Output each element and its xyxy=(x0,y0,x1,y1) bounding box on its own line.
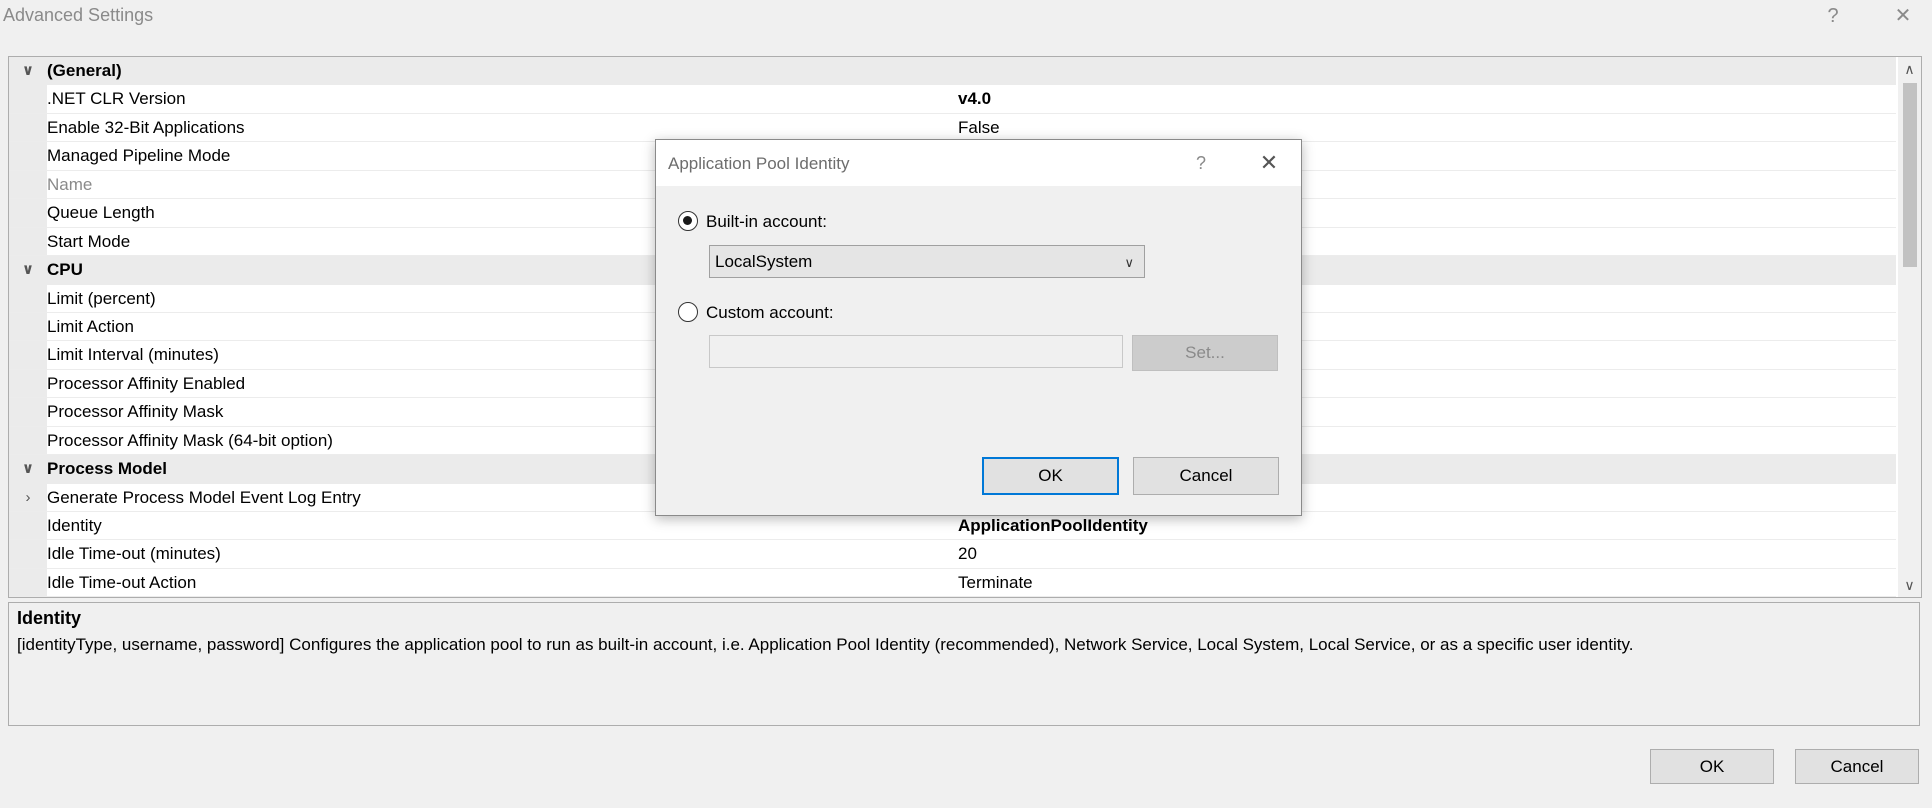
custom-account-radio[interactable] xyxy=(678,302,698,322)
row-gutter xyxy=(9,142,47,170)
dialog-help-icon[interactable]: ? xyxy=(1186,150,1216,176)
property-name: Managed Pipeline Mode xyxy=(47,146,231,166)
row-gutter xyxy=(9,398,47,426)
row-gutter xyxy=(9,512,47,540)
property-row[interactable]: Idle Time-out Action Terminate xyxy=(9,568,1896,597)
description-title: Identity xyxy=(17,608,82,628)
builtin-account-label[interactable]: Built-in account: xyxy=(706,212,827,232)
scroll-thumb[interactable] xyxy=(1903,83,1917,267)
property-name: Identity xyxy=(47,516,102,535)
property-value[interactable]: v4.0 xyxy=(958,85,991,112)
cancel-button[interactable]: Cancel xyxy=(1795,749,1919,784)
app-pool-identity-dialog: Application Pool Identity ? ✕ Built-in a… xyxy=(655,139,1302,516)
close-icon[interactable]: ✕ xyxy=(1883,2,1923,30)
property-name: Processor Affinity Enabled xyxy=(47,373,246,393)
window-title: Advanced Settings xyxy=(3,5,154,25)
builtin-account-value: LocalSystem xyxy=(715,252,813,271)
property-name: Start Mode xyxy=(47,231,131,251)
property-value[interactable]: ApplicationPoolIdentity xyxy=(958,512,1148,539)
property-name: Idle Time-out (minutes) xyxy=(47,544,221,564)
row-gutter xyxy=(9,227,47,256)
dialog-close-icon[interactable]: ✕ xyxy=(1254,150,1284,176)
custom-account-label[interactable]: Custom account: xyxy=(706,303,834,323)
property-name: Queue Length xyxy=(47,203,155,223)
collapse-chevron-icon[interactable]: ∨ xyxy=(19,455,37,482)
scroll-up-icon[interactable]: ∧ xyxy=(1898,59,1921,79)
category-label: Process Model xyxy=(47,459,167,479)
row-gutter xyxy=(9,85,47,113)
row-gutter xyxy=(9,113,47,142)
category-label: (General) xyxy=(47,61,122,80)
builtin-account-dropdown[interactable]: LocalSystem ∨ xyxy=(709,245,1145,278)
property-row[interactable]: .NET CLR Version v4.0 xyxy=(9,85,1896,114)
chevron-down-icon: ∨ xyxy=(1124,255,1134,270)
category-label: CPU xyxy=(47,260,83,280)
property-name: Processor Affinity Mask (64-bit option) xyxy=(47,430,333,450)
row-gutter xyxy=(9,568,47,597)
property-name: Idle Time-out Action xyxy=(47,572,197,592)
property-name: Enable 32-Bit Applications xyxy=(47,117,245,137)
dialog-title: Application Pool Identity xyxy=(668,154,850,173)
window-title-bar: Advanced Settings ? ✕ xyxy=(0,0,1932,32)
row-gutter xyxy=(9,170,47,199)
row-gutter xyxy=(9,199,47,227)
property-row[interactable]: Idle Time-out (minutes) 20 xyxy=(9,540,1896,569)
collapse-chevron-icon[interactable]: ∨ xyxy=(19,256,37,283)
custom-account-field xyxy=(709,335,1123,368)
dialog-ok-button[interactable]: OK xyxy=(982,457,1119,495)
row-gutter xyxy=(9,369,47,398)
property-name: .NET CLR Version xyxy=(47,89,186,109)
dialog-title-bar: Application Pool Identity ? ✕ xyxy=(656,140,1301,186)
row-gutter xyxy=(9,540,47,568)
set-button: Set... xyxy=(1132,335,1278,371)
property-name: Limit (percent) xyxy=(47,288,156,308)
expand-chevron-icon[interactable]: › xyxy=(19,484,37,511)
property-name: Generate Process Model Event Log Entry xyxy=(47,487,361,507)
description-text: [identityType, username, password] Confi… xyxy=(17,635,1634,654)
collapse-chevron-icon[interactable]: ∨ xyxy=(19,57,37,84)
scroll-down-icon[interactable]: ∨ xyxy=(1898,575,1921,595)
property-value[interactable]: 20 xyxy=(958,540,977,567)
builtin-account-radio[interactable] xyxy=(678,211,698,231)
property-name: Name xyxy=(47,174,93,194)
row-gutter xyxy=(9,341,47,369)
property-value[interactable]: Terminate xyxy=(958,569,1033,596)
vertical-scrollbar[interactable]: ∧ ∨ xyxy=(1898,57,1921,597)
row-gutter xyxy=(9,312,47,341)
dialog-cancel-button[interactable]: Cancel xyxy=(1133,457,1279,495)
ok-button[interactable]: OK xyxy=(1650,749,1774,784)
radio-selected-dot xyxy=(683,216,692,225)
property-name: Limit Action xyxy=(47,316,134,336)
property-value[interactable]: False xyxy=(958,114,1000,141)
help-icon[interactable]: ? xyxy=(1813,2,1853,30)
row-gutter xyxy=(9,284,47,312)
property-row[interactable]: Identity ApplicationPoolIdentity xyxy=(9,512,1896,541)
row-gutter xyxy=(9,426,47,455)
category-row[interactable]: ∨ (General) xyxy=(9,57,1896,86)
property-name: Limit Interval (minutes) xyxy=(47,345,219,365)
description-panel: Identity [identityType, username, passwo… xyxy=(8,602,1920,726)
property-name: Processor Affinity Mask xyxy=(47,402,224,422)
